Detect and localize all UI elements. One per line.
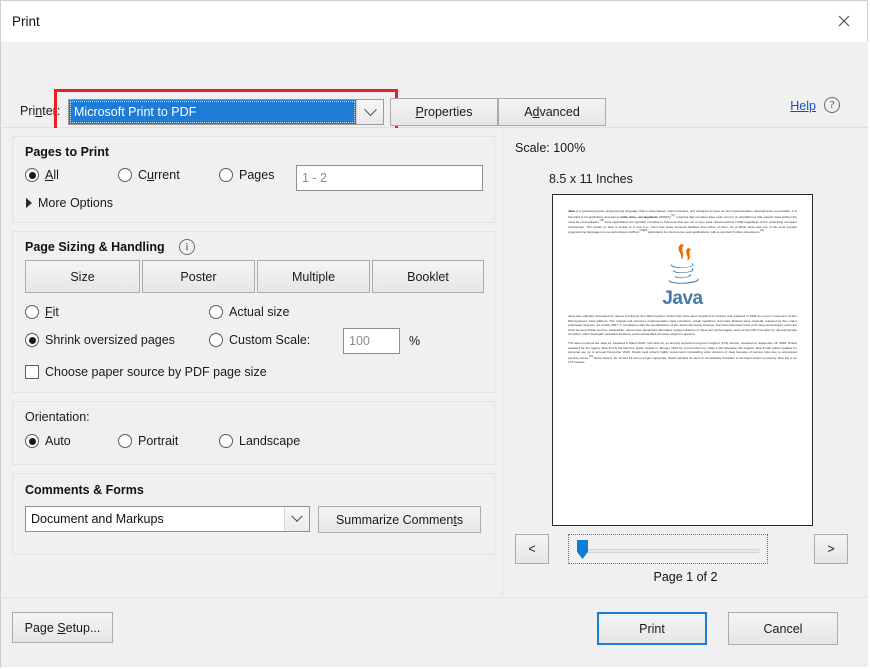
summarize-comments-button[interactable]: Summarize Comments — [318, 506, 481, 533]
printer-selected-value: Microsoft Print to PDF — [69, 100, 356, 124]
radio-auto-indicator[interactable] — [25, 434, 39, 448]
advanced-button-label: Advanced — [524, 105, 580, 119]
print-dialog: Print Printer: Microsoft Print to PDF Co… — [0, 0, 868, 667]
radio-custom-scale-label: Custom Scale: — [229, 333, 311, 347]
triangle-right-icon — [26, 198, 32, 208]
settings-panel: Pages to Print All Current Pages 1 - 2 M… — [2, 128, 502, 596]
orientation-section: Orientation: Auto Portrait Landscape — [12, 401, 495, 465]
close-icon — [838, 15, 850, 27]
radio-fit[interactable]: Fit — [25, 305, 59, 319]
preview-paragraph-3: The latest versions are Java 14, release… — [568, 341, 797, 365]
summarize-comments-label: Summarize Comments — [335, 512, 464, 527]
radio-fit-indicator[interactable] — [25, 305, 39, 319]
scale-text: Scale: 100% — [515, 141, 586, 155]
preview-paragraph-1: Java is a general-purpose programming la… — [568, 209, 797, 235]
radio-landscape-label: Landscape — [239, 434, 301, 448]
previous-page-button[interactable]: < — [515, 534, 549, 564]
title-bar: Print — [1, 1, 867, 42]
paper-source-checkbox[interactable] — [25, 365, 39, 379]
radio-all-indicator[interactable] — [25, 168, 39, 182]
page-slider-track[interactable] — [579, 549, 759, 553]
page-sizing-title: Page Sizing & Handling — [25, 240, 165, 254]
more-options-toggle[interactable]: More Options — [26, 196, 113, 210]
radio-pages-label: Pages — [239, 168, 275, 182]
window-title: Print — [12, 14, 40, 29]
next-page-button[interactable]: > — [814, 534, 848, 564]
page-preview[interactable]: Java is a general-purpose programming la… — [552, 194, 813, 526]
booklet-button[interactable]: Booklet — [372, 260, 484, 293]
comments-forms-title: Comments & Forms — [25, 483, 144, 497]
java-wordmark: Java — [662, 288, 703, 310]
more-options-label: More Options — [38, 196, 114, 210]
dialog-footer: Page Setup... Print Cancel — [2, 597, 868, 667]
radio-all-label: All — [45, 168, 59, 182]
multiple-button[interactable]: Multiple — [257, 260, 370, 293]
pages-to-print-title: Pages to Print — [25, 145, 110, 159]
radio-custom-scale-indicator[interactable] — [209, 333, 223, 347]
radio-pages-all[interactable]: All — [25, 168, 59, 182]
printer-label: Printer: — [20, 104, 61, 118]
properties-button[interactable]: Properties — [390, 98, 498, 126]
radio-fit-label: Fit — [45, 305, 59, 319]
radio-current-label: Current — [138, 168, 180, 182]
radio-orientation-auto[interactable]: Auto — [25, 434, 71, 448]
comments-forms-select[interactable]: Document and Markups — [25, 506, 310, 532]
page-setup-label: Page Setup... — [24, 620, 101, 635]
paper-source-checkbox-row[interactable]: Choose paper source by PDF page size — [25, 365, 267, 379]
paper-size-text: 8.5 x 11 Inches — [549, 172, 633, 186]
printer-section: Printer: Microsoft Print to PDF Copies: … — [2, 42, 868, 160]
radio-shrink-oversized[interactable]: Shrink oversized pages — [25, 333, 175, 347]
help-link[interactable]: Help — [790, 99, 816, 113]
radio-portrait-indicator[interactable] — [118, 434, 132, 448]
java-logo: Java — [652, 242, 714, 308]
radio-pages-current[interactable]: Current — [118, 168, 180, 182]
page-slider[interactable] — [568, 534, 768, 564]
chevron-down-icon[interactable] — [284, 507, 309, 531]
pages-to-print-section: Pages to Print All Current Pages 1 - 2 M… — [12, 136, 495, 223]
radio-actual-size-indicator[interactable] — [209, 305, 223, 319]
cancel-button[interactable]: Cancel — [728, 612, 838, 645]
comments-forms-selected-value: Document and Markups — [31, 512, 164, 526]
radio-shrink-label: Shrink oversized pages — [45, 333, 175, 347]
close-button[interactable] — [821, 1, 867, 41]
page-setup-button[interactable]: Page Setup... — [12, 612, 113, 643]
radio-pages-range[interactable]: Pages — [219, 168, 274, 182]
preview-panel: Scale: 100% 8.5 x 11 Inches Java is a ge… — [502, 128, 868, 596]
percent-label: % — [409, 334, 421, 348]
custom-scale-input[interactable]: 100 — [343, 328, 400, 354]
advanced-button[interactable]: Advanced — [498, 98, 606, 126]
radio-auto-label: Auto — [45, 434, 71, 448]
preview-paragraph-2: Java was originally developed by James G… — [568, 314, 797, 337]
page-indicator: Page 1 of 2 — [653, 570, 718, 584]
radio-orientation-landscape[interactable]: Landscape — [219, 434, 300, 448]
chevron-down-icon[interactable] — [356, 100, 383, 124]
radio-actual-size[interactable]: Actual size — [209, 305, 289, 319]
size-button[interactable]: Size — [25, 260, 140, 293]
radio-actual-size-label: Actual size — [229, 305, 290, 319]
pages-range-input[interactable]: 1 - 2 — [296, 165, 483, 191]
radio-portrait-label: Portrait — [138, 434, 179, 448]
radio-orientation-portrait[interactable]: Portrait — [118, 434, 178, 448]
properties-button-label: Properties — [415, 105, 473, 119]
info-circle-icon[interactable]: i — [179, 239, 195, 255]
page-slider-thumb[interactable] — [577, 540, 588, 559]
radio-pages-indicator[interactable] — [219, 168, 233, 182]
paper-source-label: Choose paper source by PDF page size — [45, 365, 267, 379]
printer-select[interactable]: Microsoft Print to PDF — [68, 99, 384, 125]
poster-button[interactable]: Poster — [142, 260, 255, 293]
radio-custom-scale[interactable]: Custom Scale: — [209, 333, 310, 347]
question-mark-circle-icon[interactable]: ? — [824, 97, 840, 113]
radio-shrink-indicator[interactable] — [25, 333, 39, 347]
orientation-title: Orientation: — [25, 410, 90, 424]
radio-current-indicator[interactable] — [118, 168, 132, 182]
java-steam-logo — [668, 244, 699, 284]
comments-forms-section: Comments & Forms Document and Markups Su… — [12, 473, 495, 555]
print-button[interactable]: Print — [597, 612, 707, 645]
page-sizing-section: Page Sizing & Handling i Size Poster Mul… — [12, 231, 495, 393]
radio-landscape-indicator[interactable] — [219, 434, 233, 448]
